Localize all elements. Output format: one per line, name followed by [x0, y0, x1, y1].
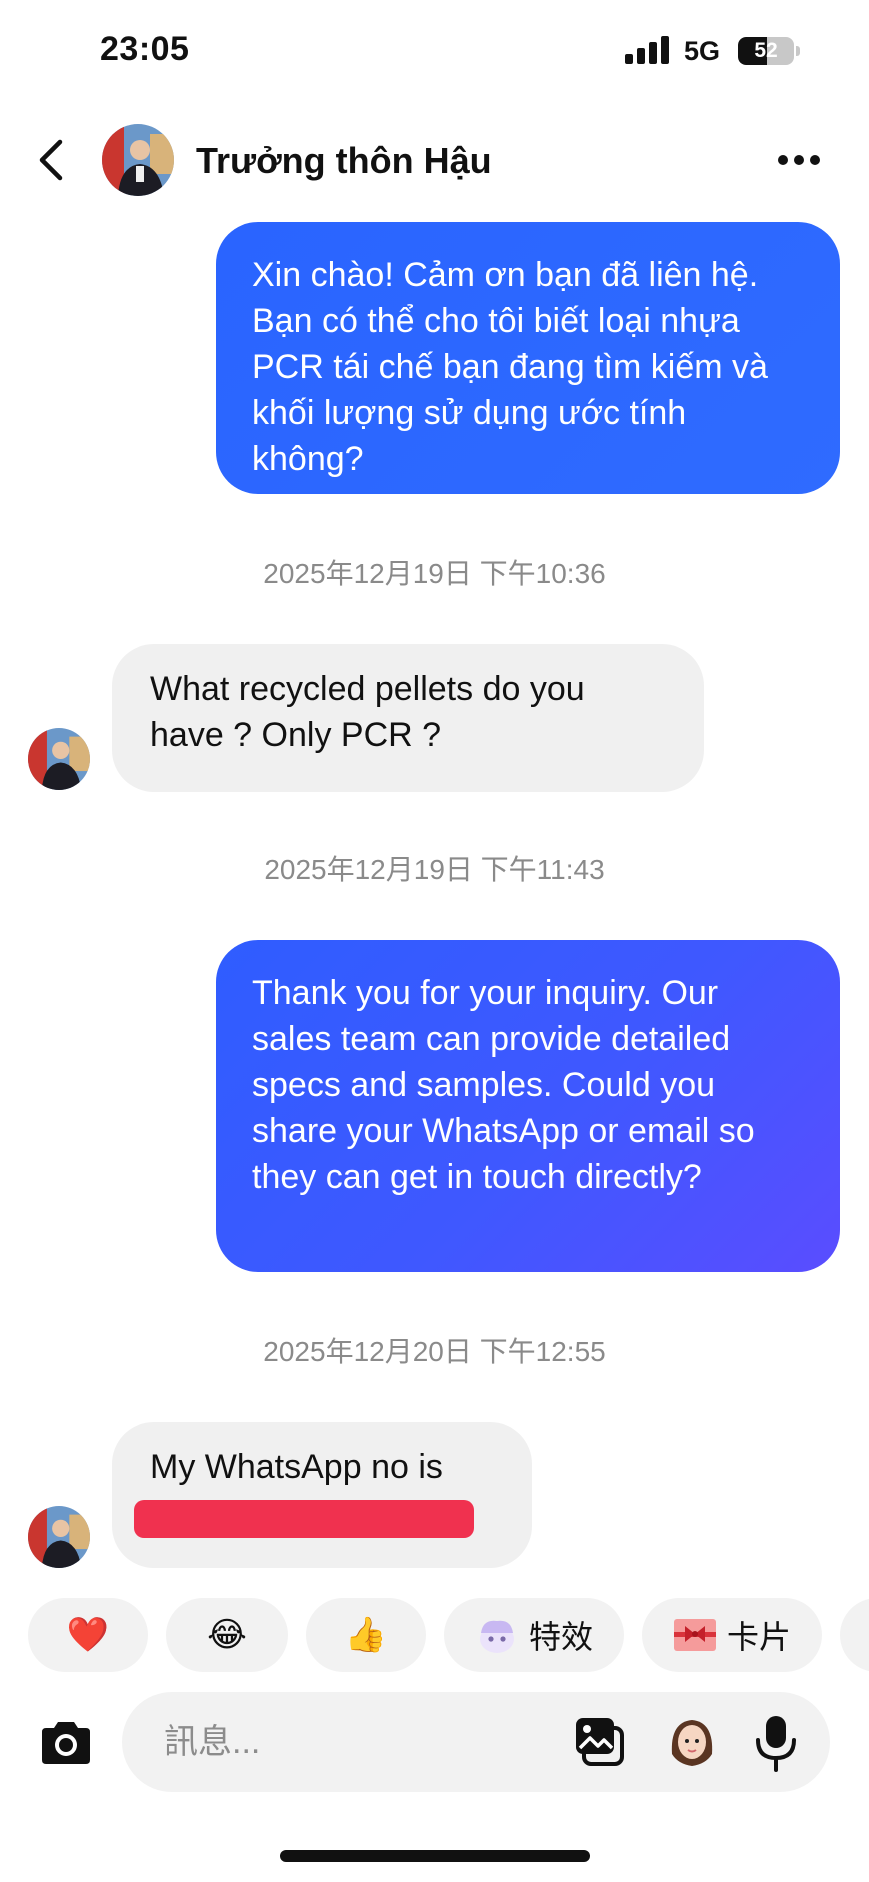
reaction-laugh[interactable]: 😂	[166, 1598, 288, 1672]
reaction-thumbs-up[interactable]: 👍	[306, 1598, 426, 1672]
thumbs-up-icon: 👍	[344, 1616, 388, 1654]
network-label: 5G	[684, 36, 721, 66]
heart-icon: ❤️	[66, 1616, 110, 1654]
chat-screen: 23:05 5G 52 Trưởng thôn Hậu Xin chào! Cả…	[0, 0, 869, 1882]
chevron-left-icon[interactable]	[36, 138, 66, 182]
more-horizontal-icon[interactable]	[778, 152, 828, 166]
reaction-heart[interactable]: ❤️	[28, 1598, 148, 1672]
message-bubble-outgoing[interactable]: Xin chào! Cảm ơn bạn đã liên hệ. Bạn có …	[216, 222, 840, 494]
message-bubble-incoming[interactable]: My WhatsApp no is	[112, 1422, 532, 1568]
battery-icon: 52	[738, 37, 800, 65]
message-bubble-outgoing[interactable]: Thank you for your inquiry. Our sales te…	[216, 940, 840, 1272]
message-timestamp: 2025年12月20日 下午12:55	[263, 1336, 606, 1367]
battery-level: 52	[754, 39, 778, 62]
more-reactions-chip[interactable]	[840, 1598, 869, 1672]
contact-avatar[interactable]	[102, 124, 174, 196]
contact-avatar-small[interactable]	[28, 728, 90, 790]
card-icon	[673, 1619, 716, 1651]
home-indicator[interactable]	[280, 1850, 590, 1862]
status-time: 23:05	[100, 30, 190, 68]
contact-name[interactable]: Trưởng thôn Hậu	[196, 140, 492, 182]
card-label: 卡片	[726, 1619, 791, 1655]
message-timestamp: 2025年12月19日 下午10:36	[263, 558, 606, 589]
message-timestamp: 2025年12月19日 下午11:43	[264, 854, 605, 885]
avatar-sticker-icon[interactable]	[666, 1714, 718, 1770]
message-input[interactable]	[164, 1716, 544, 1768]
card-button[interactable]: 卡片	[642, 1598, 822, 1672]
effects-button[interactable]: 特效	[444, 1598, 624, 1672]
laughing-face-icon: 😂	[207, 1616, 247, 1654]
signal-icon	[625, 36, 669, 64]
microphone-icon[interactable]	[754, 1714, 798, 1772]
message-text: My WhatsApp no is	[150, 1448, 443, 1486]
gallery-icon[interactable]	[574, 1716, 626, 1768]
camera-icon[interactable]	[38, 1718, 94, 1768]
message-bubble-incoming[interactable]: What recycled pellets do you have ? Only…	[112, 644, 704, 792]
redacted-phone-number	[134, 1500, 474, 1538]
effects-label: 特效	[528, 1619, 593, 1655]
contact-avatar-small[interactable]	[28, 1506, 90, 1568]
message-composer[interactable]	[122, 1692, 830, 1792]
effects-icon	[479, 1620, 514, 1653]
